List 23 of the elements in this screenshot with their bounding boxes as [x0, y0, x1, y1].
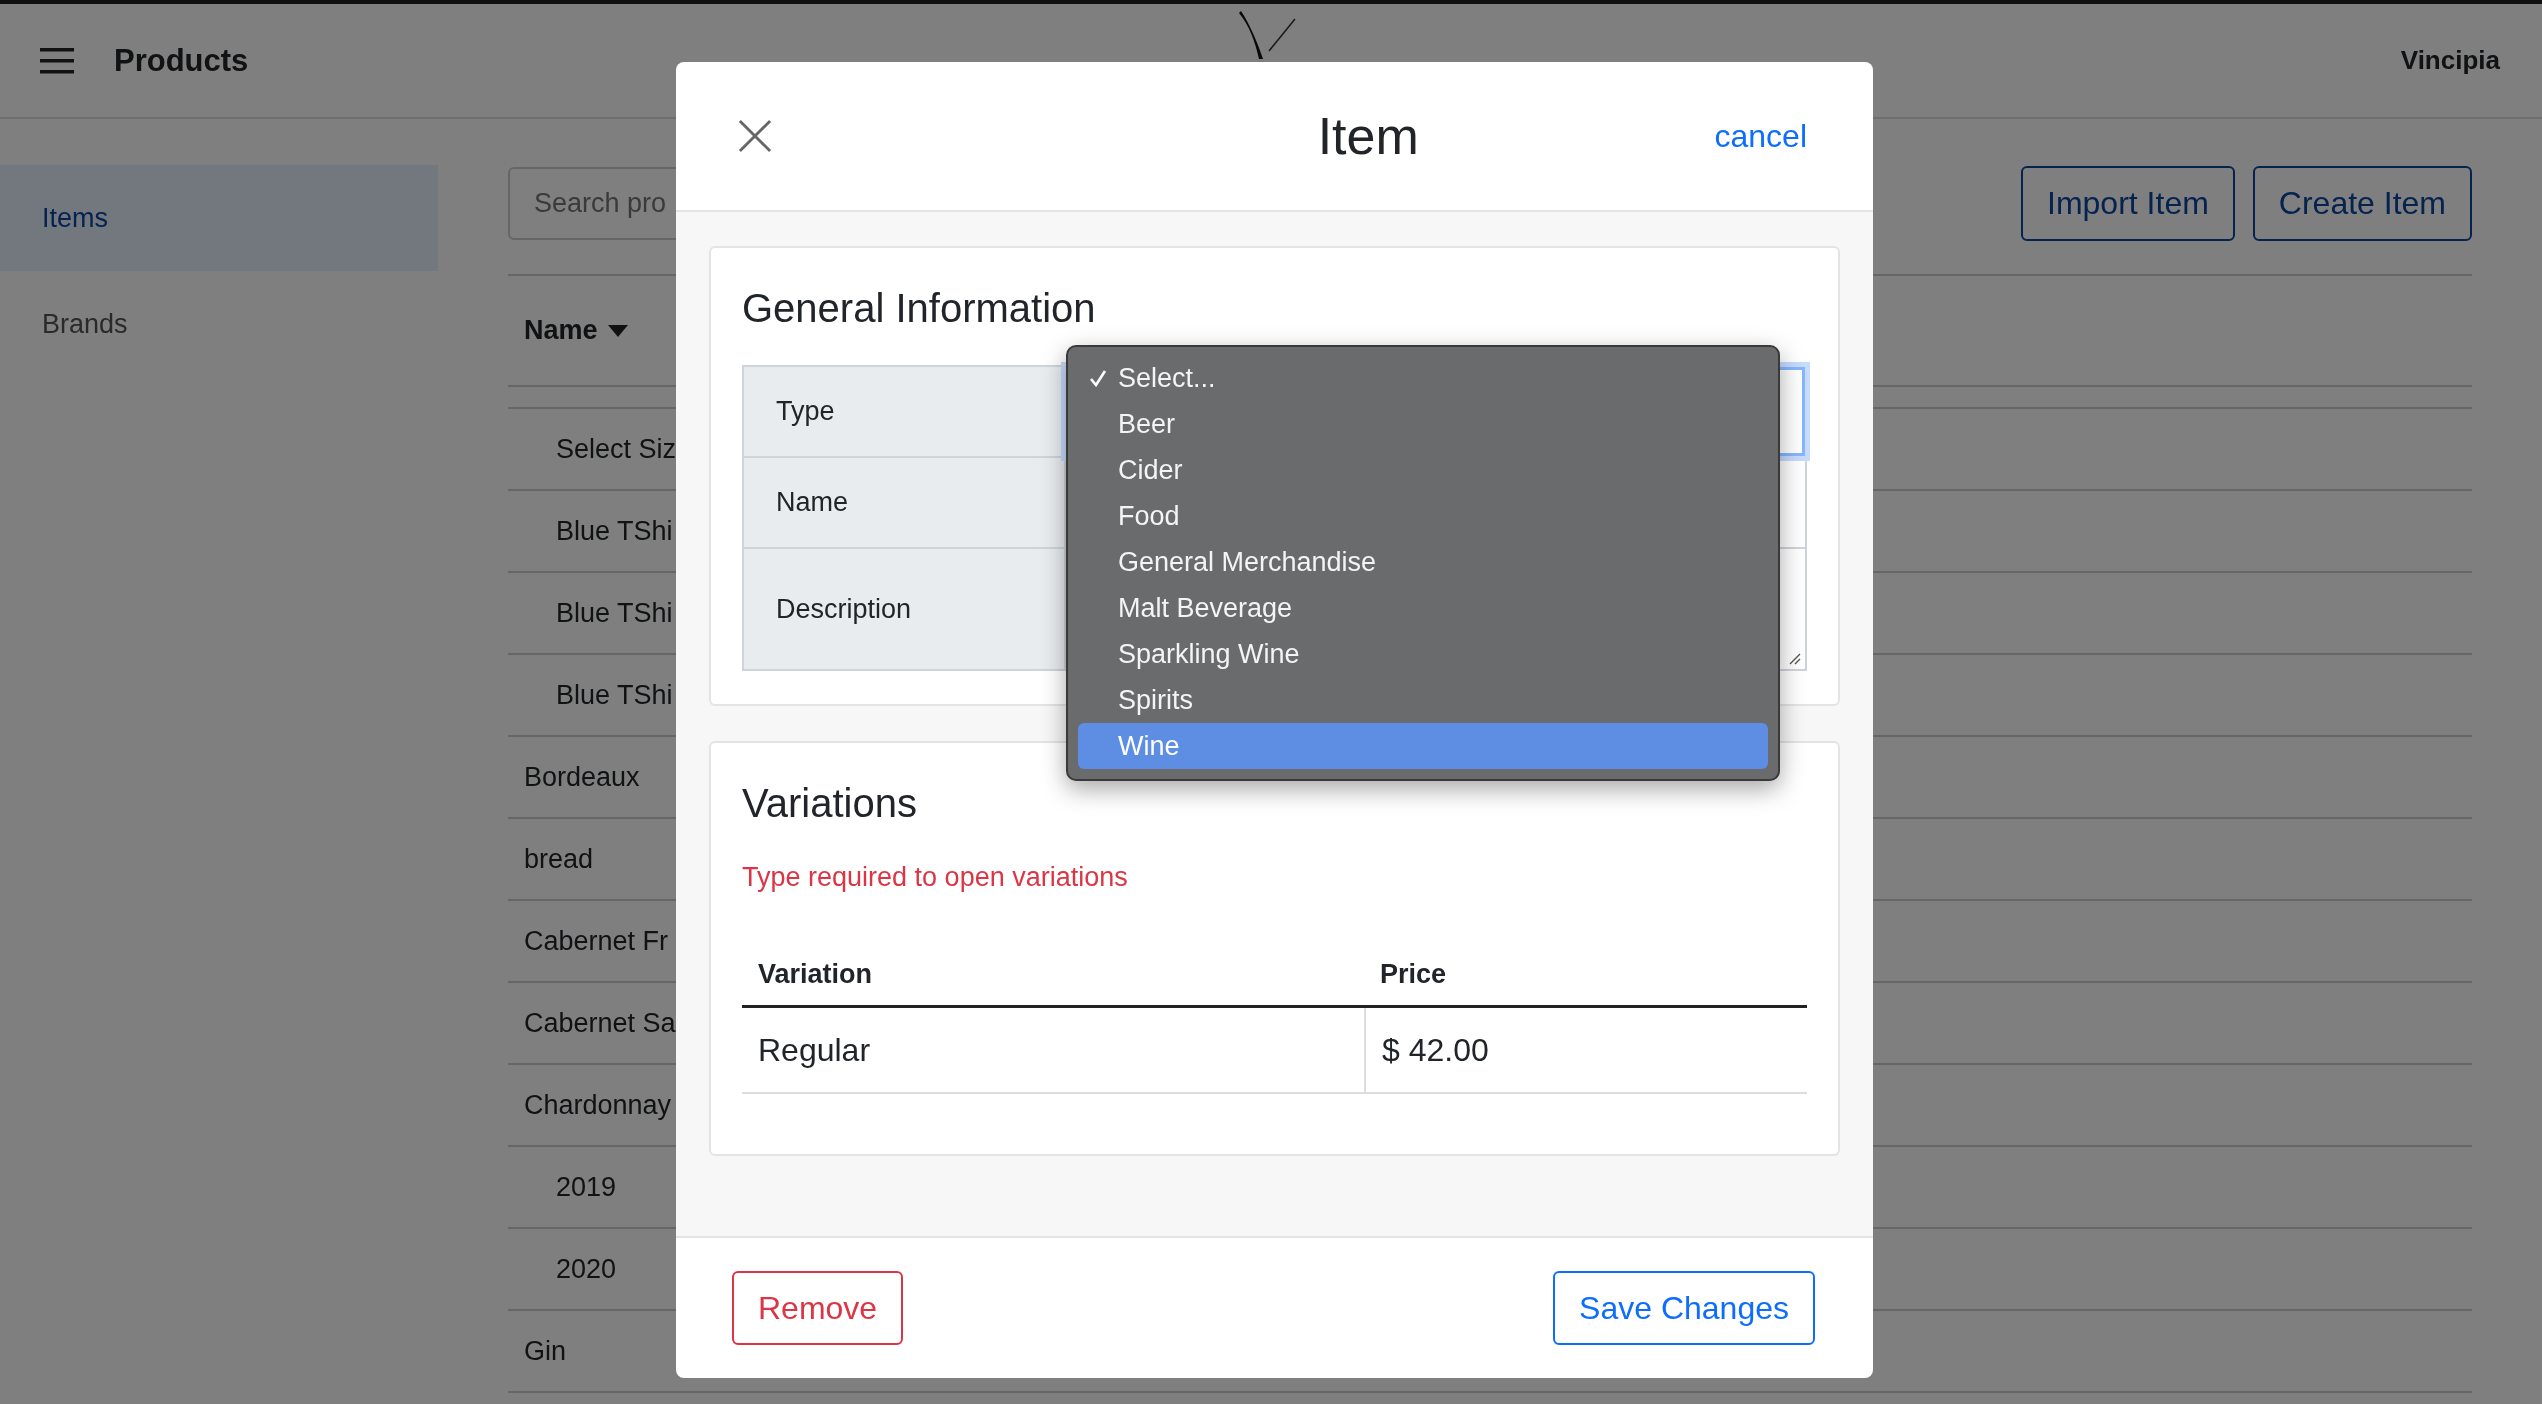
table-cell: Cabernet Fr [524, 925, 669, 957]
section-heading: General Information [742, 286, 1096, 331]
table-cell: Cabernet Sa [524, 1007, 676, 1039]
page-title: Products [114, 42, 249, 79]
table-cell: bread [524, 843, 594, 875]
column-header: Price [1379, 958, 1447, 990]
table-cell: Bordeaux [524, 761, 640, 793]
table-cell: $ 42.00 [1364, 1008, 1489, 1092]
table-cell-text: Regular [757, 1030, 872, 1070]
table-cell: Blue TShi [556, 597, 673, 629]
field-label: Name [744, 458, 1066, 547]
dialog-title: Item [1317, 106, 1419, 166]
table-cell: 2019 [556, 1171, 617, 1203]
table-cell: Blue TShi [556, 515, 673, 547]
table-cell: 2020 [556, 1253, 617, 1285]
table-cell: Gin [524, 1335, 567, 1367]
error-message: Type required to open variations [742, 862, 1129, 893]
column-header: Variation [757, 958, 874, 990]
table-cell: Select Siz [556, 433, 677, 465]
field-label: Description [744, 549, 1066, 669]
table-cell: Chardonnay [524, 1089, 672, 1121]
section-heading: Variations [742, 781, 917, 826]
table-cell: Blue TShi [556, 679, 673, 711]
